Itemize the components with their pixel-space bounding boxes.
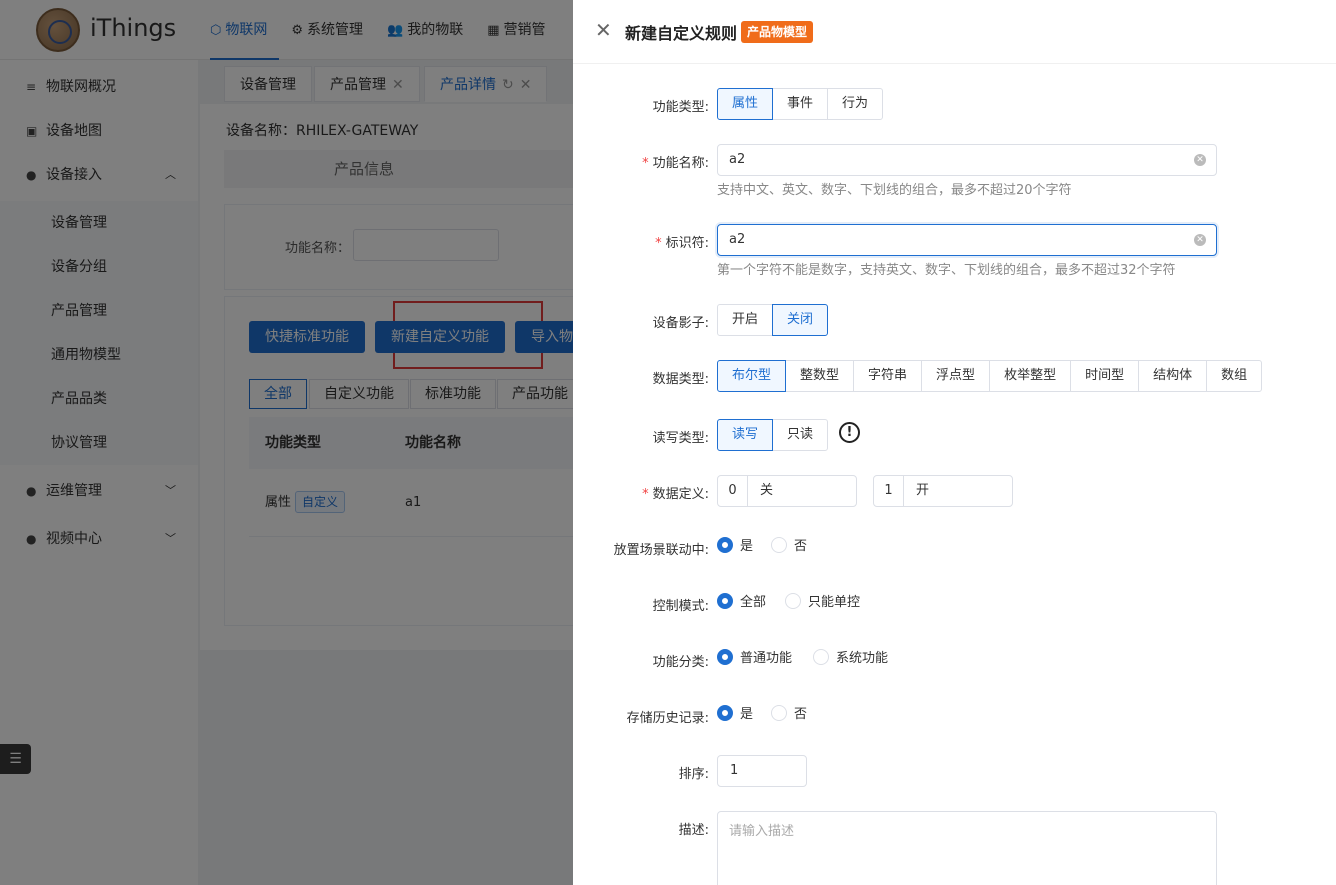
clear-icon[interactable]: ✕ [1194,234,1206,246]
drawer-badge: 产品物模型 [741,21,814,43]
func-name-hint: 支持中文、英文、数字、下划线的组合，最多不超过20个字符 [717,183,1072,198]
func-name-input[interactable]: a2 ✕ [717,144,1217,176]
identifier-label: * 标识符: [655,236,709,251]
data-type-bool[interactable]: 布尔型 [717,360,787,392]
close-icon[interactable]: ✕ [595,18,612,42]
drawer-header: ✕ 新建自定义规则 产品物模型 [573,0,1336,64]
category-normal-radio[interactable]: 普通功能 [717,649,792,669]
radio-unchecked-icon [771,537,787,553]
desc-textarea[interactable]: 请输入描述 [717,811,1217,885]
info-icon[interactable]: ! [839,422,860,443]
data-def-value[interactable]: 开 [904,476,1012,506]
func-type-label: 功能类型: [652,100,709,115]
data-type-time[interactable]: 时间型 [1070,360,1140,392]
rw-type-label: 读写类型: [652,431,709,446]
identifier-input[interactable]: a2 ✕ [717,224,1217,256]
radio-checked-icon [717,705,733,721]
desc-label: 描述: [678,823,709,838]
history-yes-radio[interactable]: 是 [717,705,753,725]
rw-type-readonly[interactable]: 只读 [772,419,829,451]
control-single-radio[interactable]: 只能单控 [785,593,860,613]
shadow-group: 开启 关闭 [717,304,829,336]
func-type-group: 属性 事件 行为 [717,88,884,120]
radio-unchecked-icon [771,705,787,721]
rw-type-readwrite[interactable]: 读写 [717,419,774,451]
new-rule-drawer: ✕ 新建自定义规则 产品物模型 功能类型: 属性 事件 行为 * 功能名称: a2… [573,0,1336,885]
scene-label: 放置场景联动中: [613,543,709,558]
data-type-enum[interactable]: 枚举整型 [989,360,1072,392]
scene-yes-radio[interactable]: 是 [717,537,753,557]
data-def-false[interactable]: 0 关 [717,475,857,507]
order-label: 排序: [678,767,709,782]
data-type-float[interactable]: 浮点型 [921,360,991,392]
scene-no-radio[interactable]: 否 [771,537,807,557]
clear-icon[interactable]: ✕ [1194,154,1206,166]
rw-type-group: 读写 只读 [717,419,829,451]
identifier-hint: 第一个字符不能是数字，支持英文、数字、下划线的组合，最多不超过32个字符 [717,263,1176,278]
func-type-action[interactable]: 行为 [827,88,884,120]
order-input[interactable]: 1 [717,755,807,787]
radio-unchecked-icon [785,593,801,609]
data-def-value[interactable]: 关 [748,476,856,506]
shadow-off[interactable]: 关闭 [772,304,829,336]
shadow-label: 设备影子: [652,316,709,331]
control-all-radio[interactable]: 全部 [717,593,766,613]
data-type-int[interactable]: 整数型 [785,360,855,392]
func-type-property[interactable]: 属性 [717,88,774,120]
data-def-key: 1 [874,476,904,506]
control-label: 控制模式: [652,599,709,614]
history-no-radio[interactable]: 否 [771,705,807,725]
drawer-title: 新建自定义规则 [625,24,738,43]
data-type-label: 数据类型: [652,372,709,387]
radio-checked-icon [717,593,733,609]
data-type-group: 布尔型 整数型 字符串 浮点型 枚举整型 时间型 结构体 数组 [717,360,1263,392]
category-label: 功能分类: [652,655,709,670]
data-def-key: 0 [718,476,748,506]
data-type-string[interactable]: 字符串 [853,360,923,392]
data-def-label: * 数据定义: [642,487,709,502]
radio-unchecked-icon [813,649,829,665]
data-type-struct[interactable]: 结构体 [1138,360,1208,392]
shadow-on[interactable]: 开启 [717,304,774,336]
func-type-event[interactable]: 事件 [772,88,829,120]
data-def-true[interactable]: 1 开 [873,475,1013,507]
func-name-label: * 功能名称: [642,156,709,171]
radio-checked-icon [717,649,733,665]
radio-checked-icon [717,537,733,553]
history-label: 存储历史记录: [626,711,709,726]
category-system-radio[interactable]: 系统功能 [813,649,888,669]
data-type-array[interactable]: 数组 [1206,360,1263,392]
